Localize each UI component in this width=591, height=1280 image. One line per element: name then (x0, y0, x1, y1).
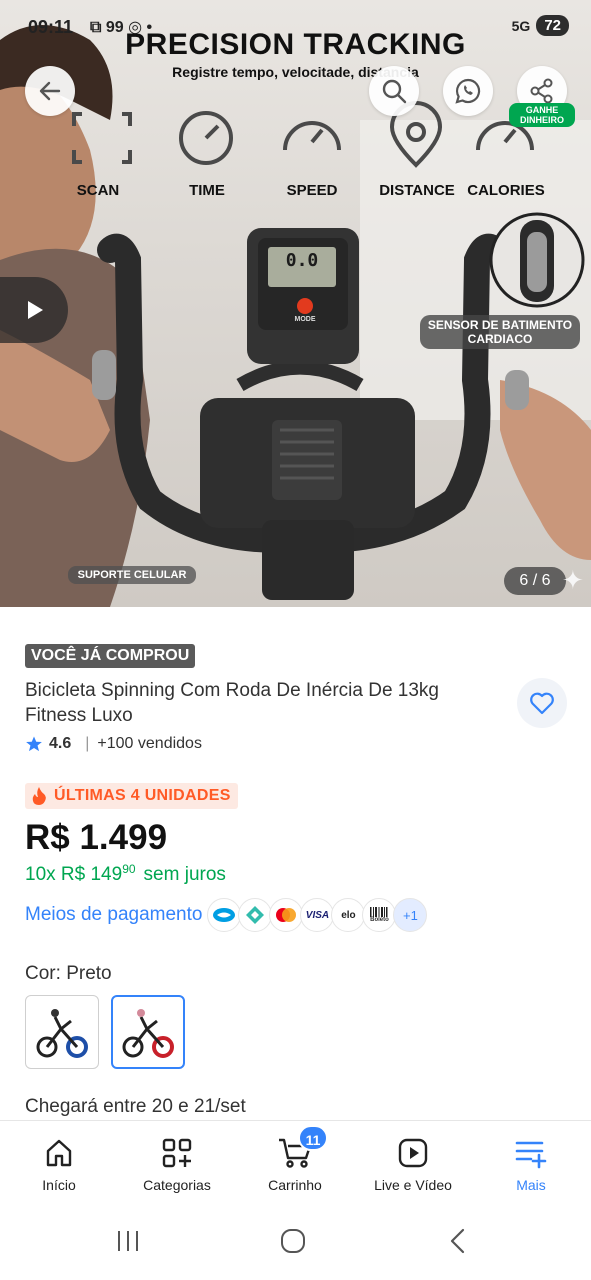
nav-home[interactable]: Início (0, 1121, 118, 1201)
feature-label-speed: SPEED (286, 182, 338, 199)
boleto-icon: Boleto (362, 898, 397, 932)
sparkle-icon: ✦ (562, 565, 584, 595)
feature-label-scan: SCAN (76, 182, 120, 199)
feature-label-time: TIME (189, 182, 225, 199)
nav-categories[interactable]: Categorias (118, 1121, 236, 1201)
bike-blue-thumbnail (36, 1009, 88, 1058)
delivery-estimate: Chegará entre 20 e 21/set (25, 1096, 246, 1117)
color-value: Preto (66, 963, 112, 984)
product-image-gallery[interactable]: 09:11 ⧉ 99 ◎ • 5G 72 PRECISION TRACKING … (0, 0, 591, 607)
color-option-blue[interactable] (25, 995, 99, 1069)
menu-plus-icon (511, 1135, 551, 1171)
system-navigation-bar (0, 1200, 591, 1280)
color-selector-label: Cor: Preto (25, 963, 112, 985)
bike-red-thumbnail (122, 1009, 174, 1058)
back-system-button[interactable] (448, 1226, 468, 1256)
home-circle-icon (281, 1229, 305, 1253)
installments-interest: sem juros (143, 864, 226, 885)
product-photo (0, 25, 591, 607)
product-title: Bicicleta Spinning Com Roda De Inércia D… (25, 680, 439, 726)
cart-count-badge: 11 (298, 1125, 328, 1151)
nav-label-cart: Carrinho (268, 1177, 322, 1193)
more-payment-methods[interactable]: +1 (393, 898, 428, 932)
home-icon (39, 1135, 79, 1171)
rating-divider: | (85, 735, 90, 752)
recent-apps-icon (118, 1231, 138, 1251)
nav-label-categories: Categorias (143, 1177, 211, 1193)
mercado-pago-icon (207, 898, 242, 932)
video-icon (393, 1135, 433, 1171)
nav-live-video[interactable]: Live e Vídeo (354, 1121, 472, 1201)
already-purchased-badge: VOCÊ JÁ COMPROU (25, 644, 196, 668)
boleto-label: Boleto (370, 916, 389, 923)
urgency-text: ÚLTIMAS 4 UNIDADES (54, 787, 231, 804)
nav-label-home: Início (42, 1177, 76, 1193)
sensor-label: SENSOR DE BATIMENTO CARDIACO (420, 315, 580, 349)
whatsapp-icon (455, 78, 481, 104)
rating-row[interactable]: 4.6 | +100 vendidos (25, 735, 202, 753)
monitor-display: 0.0 (285, 250, 319, 271)
mastercard-icon (269, 898, 304, 932)
nav-more[interactable]: Mais (472, 1121, 590, 1201)
earn-money-badge[interactable]: GANHE DINHEIRO (509, 103, 575, 127)
whatsapp-share-button[interactable] (443, 66, 493, 116)
elo-icon: elo (331, 898, 366, 932)
support-label: SUPORTE CELULAR (68, 566, 196, 584)
search-icon (382, 79, 407, 104)
nav-label-live-video: Live e Vídeo (374, 1177, 452, 1193)
nav-cart[interactable]: 11 Carrinho (236, 1121, 354, 1201)
heart-icon (530, 692, 554, 715)
urgency-badge: ÚLTIMAS 4 UNIDADES (25, 783, 238, 809)
back-button[interactable] (25, 66, 75, 116)
recent-apps-button[interactable] (115, 1226, 141, 1256)
play-icon (28, 301, 43, 319)
home-system-button[interactable] (280, 1226, 306, 1256)
star-icon (26, 736, 42, 752)
play-video-button[interactable] (0, 277, 68, 343)
fire-icon (32, 787, 46, 805)
installments-cents: 90 (122, 862, 136, 876)
installments: 10x R$ 149 90 sem juros (25, 862, 226, 886)
payment-methods-row[interactable]: Meios de pagamento VISA elo Boleto +1 (25, 898, 428, 932)
bottom-navigation: Início Categorias 11 Carrinho Live e Víd… (0, 1120, 591, 1200)
payment-methods-link[interactable]: Meios de pagamento (25, 904, 202, 926)
visa-icon: VISA (300, 898, 335, 932)
arrow-left-icon (39, 81, 61, 101)
color-label: Cor: (25, 963, 61, 984)
pix-icon (238, 898, 273, 932)
promo-subtitle: Registre tempo, velocitade, distancia (172, 64, 419, 80)
share-icon (530, 78, 553, 104)
sold-count: +100 vendidos (97, 735, 202, 752)
categories-icon (157, 1135, 197, 1171)
installments-amount: 10x R$ 149 (25, 864, 123, 885)
color-option-red-selected[interactable] (111, 995, 185, 1069)
rating-value: 4.6 (49, 735, 72, 752)
promo-title: PRECISION TRACKING (125, 28, 466, 61)
price: R$ 1.499 (25, 818, 168, 857)
back-chevron-icon (450, 1228, 465, 1254)
feature-label-calories: CALORIES (467, 182, 545, 199)
search-button[interactable] (369, 66, 419, 116)
nav-label-more: Mais (516, 1177, 546, 1193)
feature-label-distance: DISTANCE (379, 182, 455, 199)
image-counter: 6 / 6 (504, 567, 566, 595)
monitor-mode-label: MODE (294, 316, 316, 323)
favorite-button[interactable] (517, 678, 567, 728)
